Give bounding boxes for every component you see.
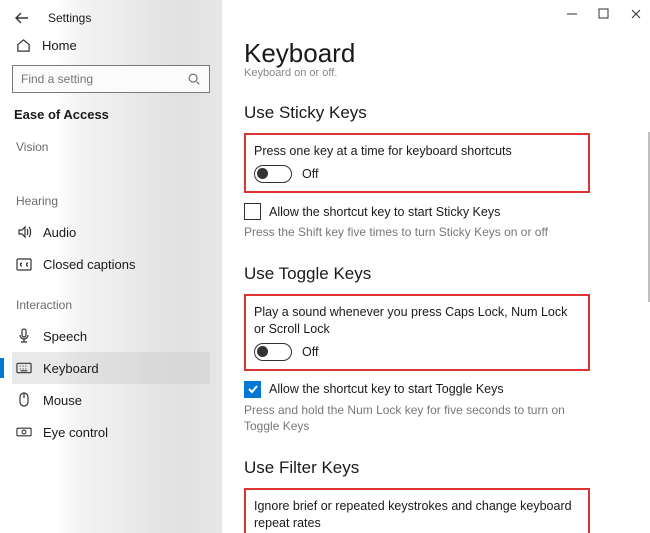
sticky-label: Press one key at a time for keyboard sho… <box>254 143 578 159</box>
toggle-label: Play a sound whenever you press Caps Loc… <box>254 304 578 337</box>
sidebar-item-eye[interactable]: Eye control <box>12 416 210 448</box>
content-area: Keyboard Keyboard on or off. Use Sticky … <box>222 0 650 533</box>
filter-highlight: Ignore brief or repeated keystrokes and … <box>244 488 590 533</box>
toggle-help: Press and hold the Num Lock key for five… <box>244 402 584 434</box>
section-sticky-keys: Use Sticky Keys Press one key at a time … <box>244 103 650 240</box>
home-icon <box>16 38 31 53</box>
close-button[interactable] <box>630 8 644 20</box>
mic-icon <box>16 328 32 344</box>
toggle-shortcut-checkbox[interactable] <box>244 381 261 398</box>
cc-icon <box>16 256 32 272</box>
sticky-highlight: Press one key at a time for keyboard sho… <box>244 133 590 193</box>
filter-label: Ignore brief or repeated keystrokes and … <box>254 498 578 531</box>
search-field[interactable] <box>21 72 187 86</box>
mouse-label: Mouse <box>43 393 82 408</box>
minimize-button[interactable] <box>566 8 580 20</box>
audio-label: Audio <box>43 225 76 240</box>
mouse-icon <box>16 392 32 408</box>
settings-title: Settings <box>48 11 91 25</box>
audio-icon <box>16 224 32 240</box>
sticky-toggle[interactable] <box>254 165 292 183</box>
sidebar-item-mouse[interactable]: Mouse <box>12 384 210 416</box>
toggle-highlight: Play a sound whenever you press Caps Loc… <box>244 294 590 371</box>
maximize-button[interactable] <box>598 8 612 20</box>
keyboard-icon <box>16 360 32 376</box>
group-vision: Vision <box>16 140 210 154</box>
group-hearing: Hearing <box>16 194 210 208</box>
sidebar-item-audio[interactable]: Audio <box>12 216 210 248</box>
sidebar: Settings Home Ease of Access Vision Hear… <box>0 0 222 533</box>
section-toggle-keys: Use Toggle Keys Play a sound whenever yo… <box>244 264 650 434</box>
group-interaction: Interaction <box>16 298 210 312</box>
toggle-heading: Use Toggle Keys <box>244 264 650 284</box>
window-controls <box>566 8 644 20</box>
page-title: Keyboard <box>244 38 650 69</box>
toggle-keys-toggle[interactable] <box>254 343 292 361</box>
sticky-shortcut-checkbox[interactable] <box>244 203 261 220</box>
toggle-state: Off <box>302 345 318 359</box>
eye-label: Eye control <box>43 425 108 440</box>
filter-heading: Use Filter Keys <box>244 458 650 478</box>
home-link[interactable]: Home <box>16 38 210 53</box>
search-icon <box>187 72 201 86</box>
back-icon[interactable] <box>14 10 30 26</box>
speech-label: Speech <box>43 329 87 344</box>
toggle-shortcut-label: Allow the shortcut key to start Toggle K… <box>269 382 504 396</box>
category-title: Ease of Access <box>14 107 210 122</box>
home-label: Home <box>42 38 77 53</box>
sidebar-item-speech[interactable]: Speech <box>12 320 210 352</box>
sticky-help: Press the Shift key five times to turn S… <box>244 224 584 240</box>
page-subtitle: Keyboard on or off. <box>244 67 650 79</box>
keyboard-label: Keyboard <box>43 361 99 376</box>
section-filter-keys: Use Filter Keys Ignore brief or repeated… <box>244 458 650 533</box>
cc-label: Closed captions <box>43 257 136 272</box>
search-input[interactable] <box>12 65 210 93</box>
sticky-shortcut-label: Allow the shortcut key to start Sticky K… <box>269 205 500 219</box>
eye-icon <box>16 424 32 440</box>
sticky-heading: Use Sticky Keys <box>244 103 650 123</box>
sidebar-item-keyboard[interactable]: Keyboard <box>12 352 210 384</box>
sticky-state: Off <box>302 167 318 181</box>
sidebar-item-cc[interactable]: Closed captions <box>12 248 210 280</box>
